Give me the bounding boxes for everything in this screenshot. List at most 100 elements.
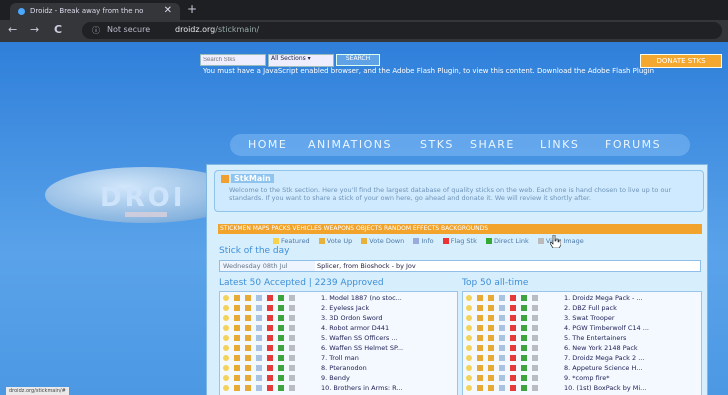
thumbs-down-icon[interactable] [488,375,494,381]
arrow-up-icon[interactable] [521,365,527,371]
star-icon[interactable] [466,365,472,371]
flag-icon[interactable] [267,315,273,321]
info-icon[interactable]: ⓘ [92,25,100,36]
thumbs-down-icon[interactable] [488,385,494,391]
image-icon[interactable] [289,335,295,341]
info-icon[interactable] [499,375,505,381]
nav-stks[interactable]: STKS [420,138,454,151]
star-icon[interactable] [223,325,229,331]
image-icon[interactable] [532,305,538,311]
star-icon[interactable] [223,315,229,321]
star-icon[interactable] [223,365,229,371]
flag-icon[interactable] [510,335,516,341]
info-icon[interactable] [256,325,262,331]
arrow-up-icon[interactable] [278,295,284,301]
sections-select[interactable]: All Sections ▾ [268,54,334,67]
thumbs-down-icon[interactable] [488,295,494,301]
top-item-link[interactable]: 9. *comp fire* [564,374,697,383]
thumbs-up-icon[interactable] [477,335,483,341]
thumbs-up-icon[interactable] [477,385,483,391]
thumbs-up-icon[interactable] [234,295,240,301]
arrow-up-icon[interactable] [278,335,284,341]
flag-icon[interactable] [267,385,273,391]
thumbs-up-icon[interactable] [234,315,240,321]
info-icon[interactable] [499,295,505,301]
forward-icon[interactable]: → [30,23,39,36]
thumbs-up-icon[interactable] [477,305,483,311]
info-icon[interactable] [256,335,262,341]
stick-of-the-day-row[interactable]: Wednesday 08th Jul Splicer, from Bioshoc… [219,260,701,272]
latest-item-link[interactable]: 8. Pteranodon [321,364,454,373]
thumbs-down-icon[interactable] [245,305,251,311]
nav-links[interactable]: LINKS [540,138,579,151]
arrow-up-icon[interactable] [278,385,284,391]
thumbs-down-icon[interactable] [488,315,494,321]
browser-tab[interactable]: Droidz - Break away from the no ✕ [10,3,180,20]
flag-icon[interactable] [267,375,273,381]
latest-item-link[interactable]: 3. 3D Ordon Sword [321,314,454,323]
star-icon[interactable] [223,385,229,391]
thumbs-up-icon[interactable] [234,365,240,371]
arrow-up-icon[interactable] [521,345,527,351]
arrow-up-icon[interactable] [278,345,284,351]
arrow-up-icon[interactable] [521,315,527,321]
flag-icon[interactable] [267,355,273,361]
top-item-link[interactable]: 6. New York 2148 Pack [564,344,697,353]
info-icon[interactable] [256,385,262,391]
latest-item-link[interactable]: 7. Troll man [321,354,454,363]
image-icon[interactable] [532,385,538,391]
reload-icon[interactable]: C [54,23,62,36]
latest-item-link[interactable]: 6. Waffen SS Helmet SP... [321,344,454,353]
thumbs-down-icon[interactable] [488,335,494,341]
star-icon[interactable] [466,385,472,391]
thumbs-up-icon[interactable] [234,325,240,331]
arrow-up-icon[interactable] [521,375,527,381]
thumbs-down-icon[interactable] [488,365,494,371]
thumbs-up-icon[interactable] [234,345,240,351]
nav-animations[interactable]: ANIMATIONS [308,138,392,151]
thumbs-up-icon[interactable] [234,355,240,361]
top-item-link[interactable]: 7. Droidz Mega Pack 2 ... [564,354,697,363]
info-icon[interactable] [499,355,505,361]
star-icon[interactable] [466,375,472,381]
flag-icon[interactable] [267,295,273,301]
image-icon[interactable] [532,355,538,361]
back-icon[interactable]: ← [8,23,17,36]
thumbs-up-icon[interactable] [477,375,483,381]
arrow-up-icon[interactable] [521,305,527,311]
star-icon[interactable] [223,345,229,351]
thumbs-down-icon[interactable] [245,345,251,351]
flag-icon[interactable] [510,385,516,391]
image-icon[interactable] [532,295,538,301]
star-icon[interactable] [223,355,229,361]
arrow-up-icon[interactable] [278,365,284,371]
info-icon[interactable] [499,305,505,311]
info-icon[interactable] [499,335,505,341]
arrow-up-icon[interactable] [278,325,284,331]
info-icon[interactable] [499,325,505,331]
new-tab-icon[interactable]: + [187,2,197,16]
thumbs-up-icon[interactable] [477,345,483,351]
flag-icon[interactable] [510,375,516,381]
image-icon[interactable] [289,385,295,391]
image-icon[interactable] [289,365,295,371]
thumbs-up-icon[interactable] [234,385,240,391]
info-icon[interactable] [499,315,505,321]
image-icon[interactable] [289,315,295,321]
info-icon[interactable] [256,365,262,371]
search-button[interactable]: SEARCH [336,54,380,66]
image-icon[interactable] [289,305,295,311]
top-item-link[interactable]: 3. Swat Trooper [564,314,697,323]
thumbs-up-icon[interactable] [477,295,483,301]
flag-icon[interactable] [267,365,273,371]
star-icon[interactable] [466,335,472,341]
arrow-up-icon[interactable] [278,305,284,311]
info-icon[interactable] [256,375,262,381]
flag-icon[interactable] [510,305,516,311]
thumbs-up-icon[interactable] [234,335,240,341]
thumbs-down-icon[interactable] [488,355,494,361]
flag-icon[interactable] [510,345,516,351]
thumbs-down-icon[interactable] [488,345,494,351]
thumbs-down-icon[interactable] [245,385,251,391]
top-item-link[interactable]: 4. PGW Timberwolf C14 ... [564,324,697,333]
